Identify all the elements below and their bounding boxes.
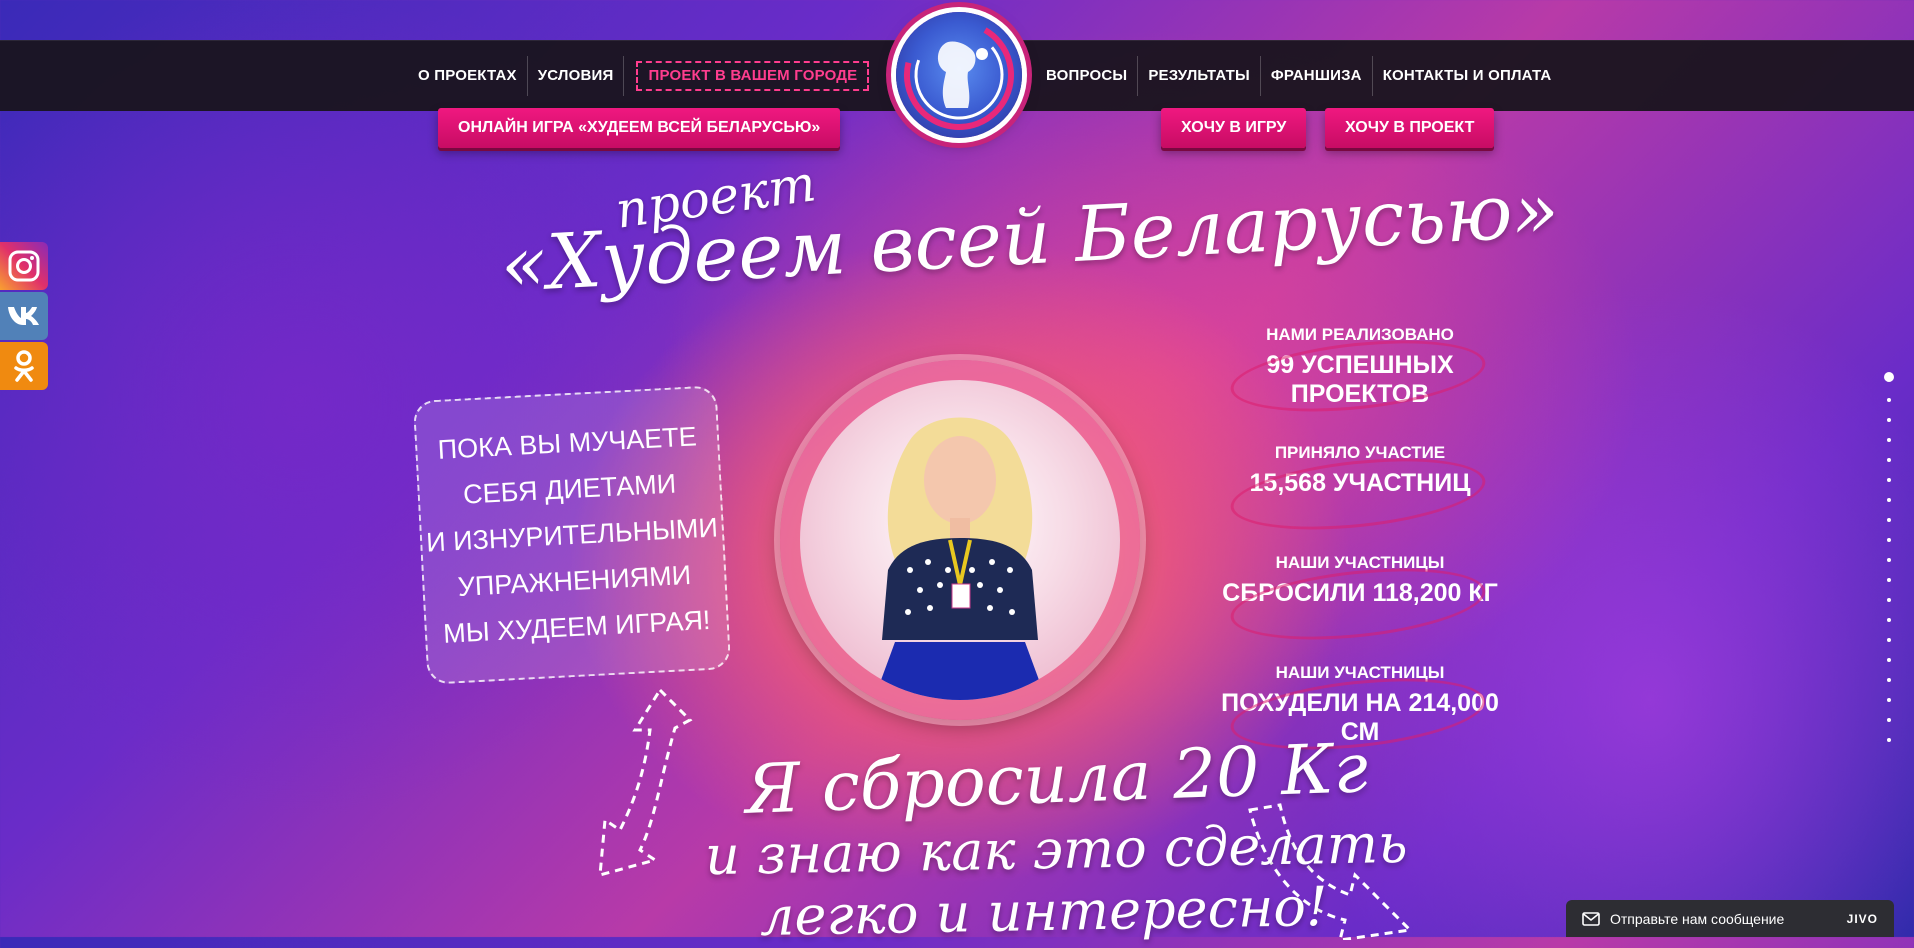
want-game-button[interactable]: ХОЧУ В ИГРУ [1161, 108, 1307, 148]
section-dot[interactable] [1887, 538, 1891, 542]
section-dot[interactable] [1887, 458, 1891, 462]
instagram-icon [8, 250, 40, 282]
section-dot[interactable] [1887, 678, 1891, 682]
quote-box: ПОКА ВЫ МУЧАЕТЕ СЕБЯ ДИЕТАМИ И ИЗНУРИТЕЛ… [412, 385, 732, 685]
section-dot[interactable] [1887, 578, 1891, 582]
instagram-link[interactable] [0, 242, 48, 290]
section-dot[interactable] [1884, 372, 1894, 382]
vk-icon [8, 307, 39, 325]
section-dot[interactable] [1887, 618, 1891, 622]
nav-results[interactable]: РЕЗУЛЬТАТЫ [1138, 56, 1261, 96]
section-dot[interactable] [1887, 598, 1891, 602]
nav-contacts-payment[interactable]: КОНТАКТЫ И ОПЛАТА [1373, 56, 1562, 96]
chat-widget[interactable]: Отправьте нам сообщение JIVO [1566, 900, 1894, 937]
nav-left: О ПРОЕКТАХ УСЛОВИЯ ПРОЕКТ В ВАШЕМ ГОРОДЕ [408, 41, 870, 111]
nav-right: ВОПРОСЫ РЕЗУЛЬТАТЫ ФРАНШИЗА КОНТАКТЫ И О… [1036, 41, 1561, 111]
section-dot[interactable] [1887, 418, 1891, 422]
section-dot[interactable] [1887, 718, 1891, 722]
stat-item: ПРИНЯЛО УЧАСТИЕ 15,568 УЧАСТНИЦ [1210, 443, 1510, 541]
section-dot[interactable] [1887, 398, 1891, 402]
want-project-button[interactable]: ХОЧУ В ПРОЕКТ [1325, 108, 1495, 148]
nav-questions[interactable]: ВОПРОСЫ [1036, 56, 1139, 96]
claim-subline-2: легко и интересно! [759, 875, 1329, 948]
nav-conditions[interactable]: УСЛОВИЯ [528, 56, 625, 96]
nav-about-projects[interactable]: О ПРОЕКТАХ [408, 56, 528, 96]
ok-link[interactable] [0, 342, 48, 390]
dashed-arrow-left-icon [598, 687, 693, 878]
chat-brand: JIVO [1846, 911, 1878, 926]
section-dot[interactable] [1887, 738, 1891, 742]
stat-item: НАМИ РЕАЛИЗОВАНО 99 УСПЕШНЫХ ПРОЕКТОВ [1210, 325, 1510, 423]
section-dots-nav [1884, 372, 1894, 758]
section-dot[interactable] [1887, 558, 1891, 562]
section-dot[interactable] [1887, 698, 1891, 702]
section-dot[interactable] [1887, 478, 1891, 482]
ok-icon [14, 350, 34, 382]
section-dot[interactable] [1887, 438, 1891, 442]
nav-project-in-city[interactable]: ПРОЕКТ В ВАШЕМ ГОРОДЕ [636, 61, 870, 91]
founder-photo [800, 380, 1120, 700]
woman-portrait-icon [873, 417, 1047, 700]
section-dot[interactable] [1887, 658, 1891, 662]
site-logo[interactable] [896, 12, 1022, 138]
logo-emblem-icon [904, 20, 1014, 130]
section-dot[interactable] [1887, 498, 1891, 502]
section-dot[interactable] [1887, 638, 1891, 642]
chat-prompt: Отправьте нам сообщение [1610, 910, 1785, 927]
online-game-button[interactable]: ОНЛАЙН ИГРА «ХУДЕЕМ ВСЕЙ БЕЛАРУСЬЮ» [438, 108, 841, 148]
section-dot[interactable] [1887, 518, 1891, 522]
envelope-icon [1582, 911, 1600, 926]
stat-item: НАШИ УЧАСТНИЦЫ СБРОСИЛИ 118,200 КГ [1210, 553, 1510, 651]
founder-photo-frame [780, 360, 1140, 720]
nav-franchise[interactable]: ФРАНШИЗА [1261, 56, 1373, 96]
vk-link[interactable] [0, 292, 48, 340]
